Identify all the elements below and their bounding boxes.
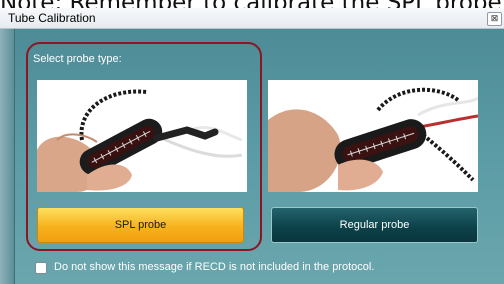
window-titlebar: Tube Calibration ⊠ (0, 8, 504, 29)
do-not-show-label: Do not show this message if RECD is not … (54, 261, 375, 273)
regular-probe-button[interactable]: Regular probe (271, 207, 478, 243)
spl-probe-image[interactable] (37, 80, 247, 192)
close-icon[interactable]: ⊠ (487, 12, 502, 26)
do-not-show-checkbox[interactable] (35, 262, 47, 274)
spl-probe-button[interactable]: SPL probe (37, 207, 244, 243)
select-probe-label: Select probe type: (33, 53, 122, 65)
regular-probe-image[interactable] (268, 80, 478, 192)
window-left-frame (0, 29, 14, 284)
window-title: Tube Calibration (8, 11, 96, 25)
